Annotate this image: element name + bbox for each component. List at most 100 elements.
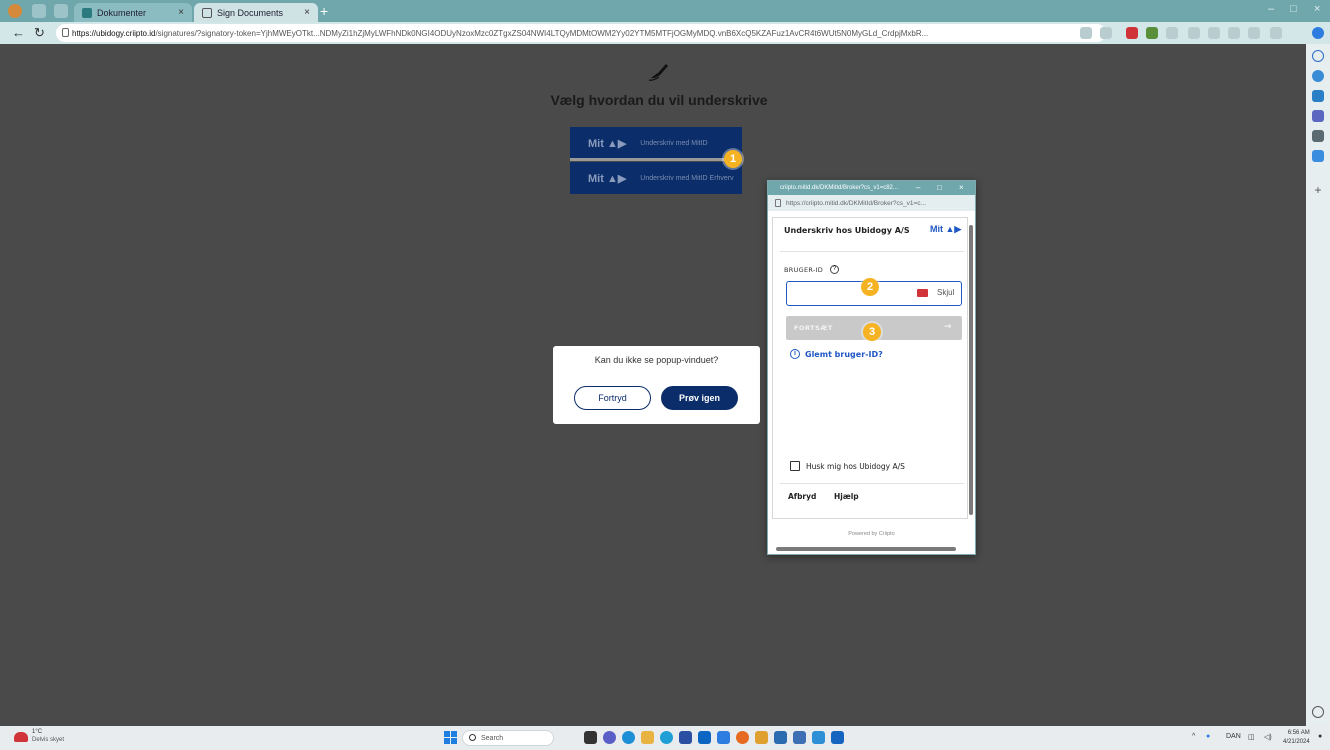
favorites-icon[interactable] xyxy=(1208,27,1220,39)
notification-bell-icon[interactable]: ● xyxy=(1318,733,1322,740)
help-question-icon[interactable]: ? xyxy=(830,265,839,274)
close-tab-icon[interactable]: × xyxy=(178,7,184,18)
games-icon[interactable] xyxy=(1312,110,1324,122)
more-menu-icon[interactable] xyxy=(1270,27,1282,39)
browser-tab-strip: Dokumenter × Sign Documents × + – □ × xyxy=(0,0,1330,22)
back-arrow-icon[interactable]: ← xyxy=(12,25,25,40)
extension-red-icon[interactable] xyxy=(1126,27,1138,39)
option-label: Underskriv med MitID xyxy=(640,139,708,147)
favorite-star-icon[interactable] xyxy=(1100,27,1112,39)
firefox-icon[interactable] xyxy=(736,731,749,744)
settings-gear-icon[interactable] xyxy=(1312,706,1324,718)
add-icon[interactable]: + xyxy=(1312,184,1324,196)
windows-start-icon[interactable] xyxy=(444,731,458,745)
signature-pen-icon xyxy=(648,64,668,81)
refresh-icon[interactable]: ↻ xyxy=(34,25,45,41)
clock-time: 6:56 AM xyxy=(1287,730,1310,736)
extension-icon[interactable] xyxy=(1146,27,1158,39)
file-explorer-icon[interactable] xyxy=(641,731,654,744)
clock-date: 4/21/2024 xyxy=(1283,739,1310,745)
url-domain: https://ubidogy.criipto.id xyxy=(72,28,156,38)
popup-url: https://criipto.mitid.dk/DKMitId/Broker?… xyxy=(786,199,926,207)
outlook-icon[interactable] xyxy=(1312,150,1324,162)
arrow-right-icon: → xyxy=(943,322,952,332)
retry-button[interactable]: Prøv igen xyxy=(661,386,738,410)
app-icon[interactable] xyxy=(812,731,825,744)
tab-label: Sign Documents xyxy=(217,7,284,18)
system-clock[interactable]: 6:56 AM 4/21/2024 xyxy=(1283,729,1310,747)
mitid-logo: Mit ▲▶ xyxy=(588,172,627,185)
copilot-icon[interactable] xyxy=(1312,27,1324,39)
sign-with-mitid-erhverv-button[interactable]: Mit ▲▶ Underskriv med MitID Erhverv xyxy=(570,162,742,194)
search-icon[interactable] xyxy=(1312,50,1324,62)
tab-actions-icon[interactable] xyxy=(54,4,68,18)
popup-url-bar[interactable]: https://criipto.mitid.dk/DKMitId/Broker?… xyxy=(768,195,975,211)
remember-me-checkbox[interactable] xyxy=(790,461,800,471)
network-cloud-icon[interactable]: ● xyxy=(1206,733,1210,740)
app-icon[interactable] xyxy=(774,731,787,744)
app-icon[interactable] xyxy=(755,731,768,744)
popup-window-title: criipto.mitid.dk/DKMitId/Broker?cs_v1=c8… xyxy=(780,185,898,191)
taskbar-search[interactable]: Search xyxy=(462,730,554,746)
edge-icon[interactable] xyxy=(622,731,635,744)
office-icon[interactable] xyxy=(1312,130,1324,142)
tab-dokumenter[interactable]: Dokumenter × xyxy=(74,3,192,22)
sign-with-mitid-button[interactable]: Mit ▲▶ Underskriv med MitID xyxy=(570,127,742,159)
mitid-login-panel xyxy=(772,217,968,519)
collections-icon[interactable] xyxy=(1228,27,1240,39)
outlook-icon[interactable] xyxy=(831,731,844,744)
popup-maximize-button[interactable]: □ xyxy=(937,183,942,192)
close-tab-icon[interactable]: × xyxy=(304,7,310,18)
remember-me[interactable]: Husk mig hos Ubidogy A/S xyxy=(790,461,905,471)
workspaces-icon[interactable] xyxy=(32,4,46,18)
forgot-user-id[interactable]: i Glemt bruger-ID? xyxy=(790,349,883,359)
cancel-button[interactable]: Fortryd xyxy=(574,386,651,410)
windows-taskbar: 1°C Delvis skyet Search ^ ● DAN ◫ ◁) 6:5… xyxy=(0,726,1330,750)
horizontal-scrollbar[interactable] xyxy=(776,547,956,551)
new-tab-button[interactable]: + xyxy=(320,3,328,19)
option-label: Underskriv med MitID Erhverv xyxy=(640,174,734,182)
teams-icon[interactable] xyxy=(603,731,616,744)
step-marker-3: 3 xyxy=(863,323,881,341)
app-icon[interactable] xyxy=(660,731,673,744)
forgot-user-id-link[interactable]: Glemt bruger-ID? xyxy=(805,350,883,359)
wifi-icon[interactable]: ◫ xyxy=(1248,733,1255,741)
hide-toggle[interactable]: Skjul xyxy=(937,288,954,297)
extensions-icon[interactable] xyxy=(1248,27,1260,39)
task-view-icon[interactable] xyxy=(584,731,597,744)
lock-icon xyxy=(62,28,69,37)
continue-label: FORTSÆT xyxy=(794,324,833,332)
scroll-thumb[interactable] xyxy=(969,225,973,515)
vertical-scrollbar[interactable] xyxy=(969,213,974,553)
profile-avatar-icon[interactable] xyxy=(8,4,22,18)
todo-icon[interactable] xyxy=(717,731,730,744)
tray-chevron-icon[interactable]: ^ xyxy=(1192,733,1195,740)
url-field[interactable]: https://ubidogy.criipto.id/signatures/?s… xyxy=(56,24,1106,42)
close-window-button[interactable]: × xyxy=(1314,3,1320,15)
divider xyxy=(780,483,964,484)
remember-me-label: Husk mig hos Ubidogy A/S xyxy=(806,461,905,471)
maximize-button[interactable]: □ xyxy=(1290,3,1297,15)
refresh-extension-icon[interactable] xyxy=(1166,27,1178,39)
split-screen-icon[interactable] xyxy=(1188,27,1200,39)
password-manager-icon[interactable] xyxy=(917,289,928,297)
cancel-link[interactable]: Afbryd xyxy=(788,492,816,501)
minimize-button[interactable]: – xyxy=(1268,3,1274,15)
language-indicator[interactable]: DAN xyxy=(1226,733,1241,740)
linkedin-icon[interactable] xyxy=(698,731,711,744)
app-icon[interactable] xyxy=(679,731,692,744)
url-path: /signatures/?signatory-token=YjhMWEyOTkt… xyxy=(155,28,929,38)
volume-icon[interactable]: ◁) xyxy=(1264,733,1272,741)
app-icon[interactable] xyxy=(793,731,806,744)
shopping-icon[interactable] xyxy=(1312,70,1324,82)
popup-close-button[interactable]: × xyxy=(959,183,964,192)
tab-sign-documents[interactable]: Sign Documents × xyxy=(194,3,318,22)
search-placeholder: Search xyxy=(481,734,504,742)
read-aloud-icon[interactable] xyxy=(1080,27,1092,39)
lock-icon xyxy=(202,7,212,18)
edge-sidebar: + xyxy=(1306,44,1330,726)
popup-minimize-button[interactable]: – xyxy=(916,183,920,192)
weather-icon xyxy=(14,732,28,742)
help-link[interactable]: Hjælp xyxy=(834,492,859,501)
lock-icon xyxy=(775,199,781,207)
